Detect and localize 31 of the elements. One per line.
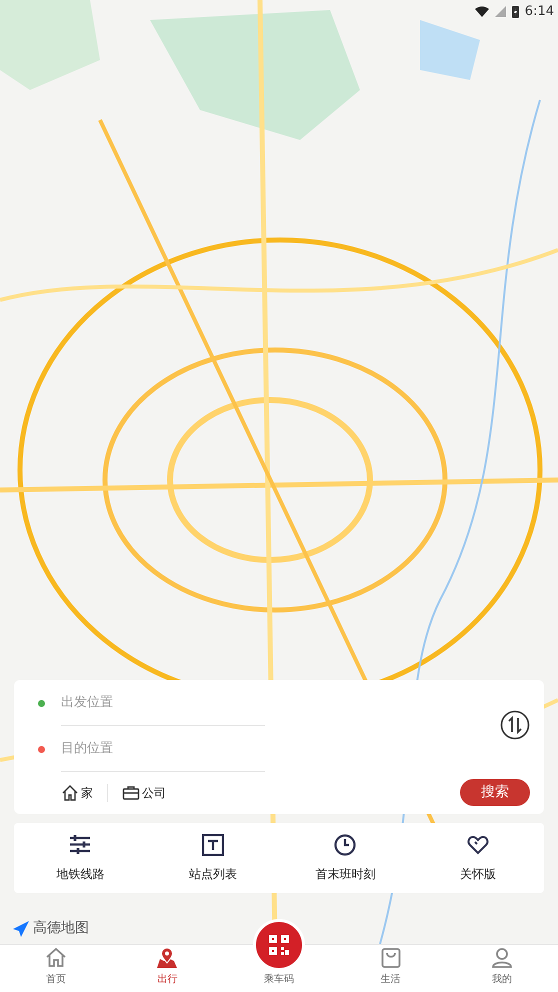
no-signal-icon — [494, 6, 506, 18]
sliders-icon — [69, 834, 92, 856]
quick-action-button[interactable]: 站点列表 — [146, 823, 279, 893]
shortcut-button[interactable]: 家 — [61, 784, 93, 802]
user-icon — [491, 947, 514, 969]
tab[interactable]: 出行 — [150, 947, 184, 992]
clock-icon — [334, 834, 356, 856]
signboard-icon — [202, 834, 224, 856]
map-attribution: 高德地图 — [33, 919, 89, 938]
map-pin-icon — [156, 947, 178, 969]
search-button[interactable]: 搜索 — [460, 779, 530, 806]
tab[interactable]: 生活 — [374, 947, 408, 992]
qr-code-icon — [268, 934, 290, 956]
quick-action-button[interactable]: 地铁线路 — [14, 823, 146, 893]
quick-action-button[interactable]: 关怀版 — [412, 823, 544, 893]
tab[interactable]: 乘车码 — [258, 972, 300, 992]
swap-icon[interactable] — [500, 710, 530, 740]
heart-icon — [466, 834, 489, 856]
location-input[interactable]: 出发位置 — [61, 680, 265, 726]
briefcase-icon — [122, 784, 140, 802]
quick-action-button[interactable]: 首末班时刻 — [279, 823, 412, 893]
shortcut-button[interactable]: 公司 — [122, 784, 166, 802]
shopping-bag-icon — [380, 947, 402, 969]
house-icon — [44, 947, 67, 969]
location-input[interactable]: 目的位置 — [61, 726, 265, 772]
status-time: 6:14 — [524, 3, 554, 21]
tab[interactable]: 我的 — [485, 947, 520, 992]
house-icon — [61, 784, 79, 802]
tab[interactable]: 首页 — [38, 947, 73, 992]
navigation-arrow-icon — [12, 920, 30, 938]
wifi-icon — [474, 6, 489, 18]
